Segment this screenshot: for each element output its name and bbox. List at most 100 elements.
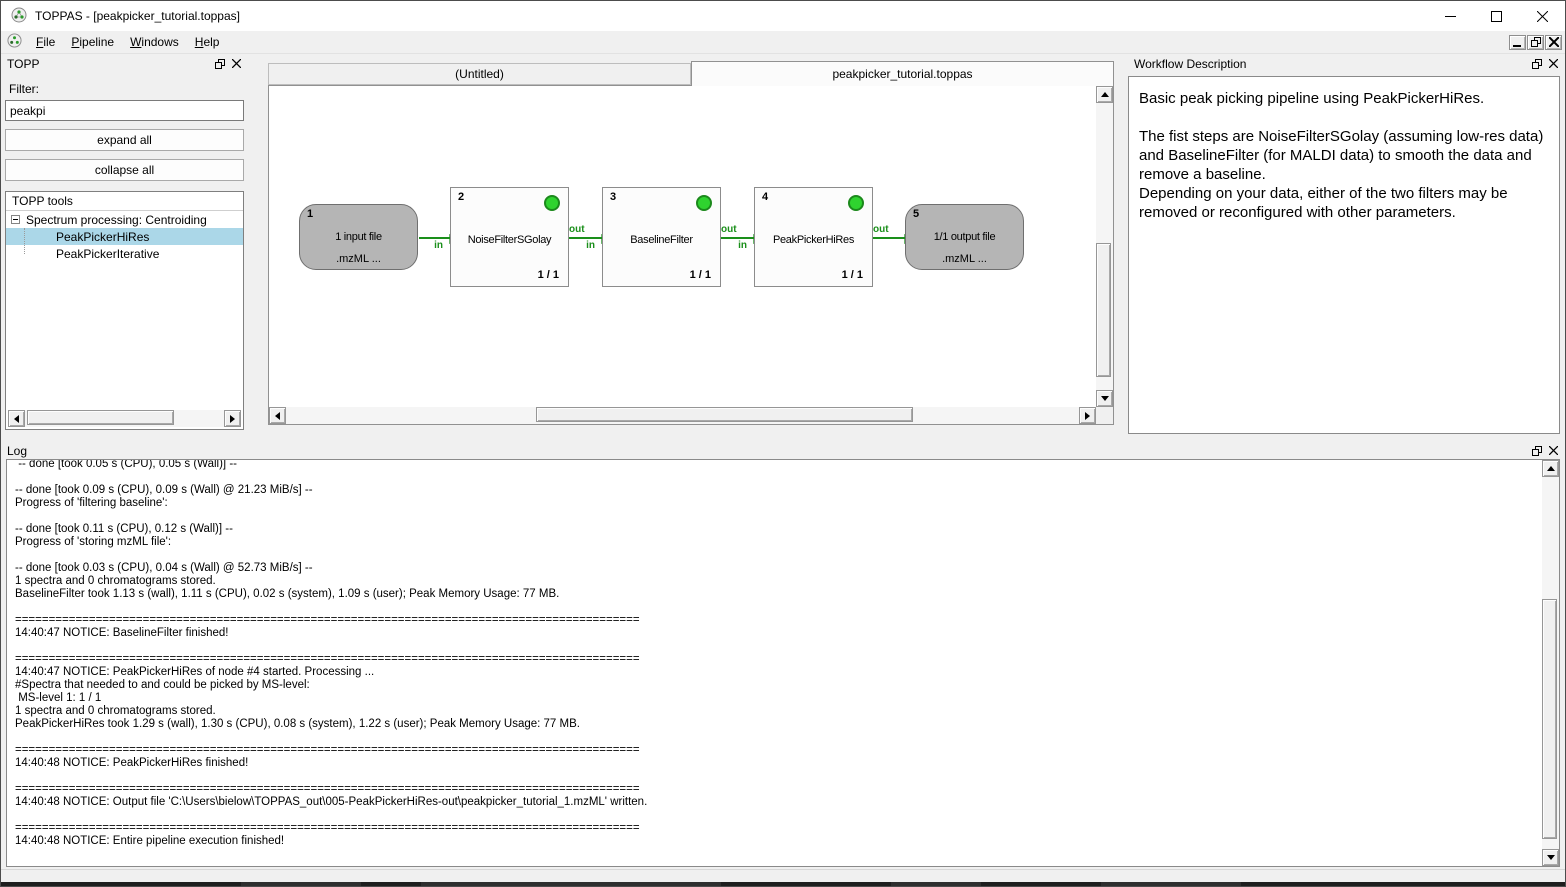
tree-header: TOPP tools [6, 192, 243, 211]
topp-panel-title: TOPP [7, 57, 39, 71]
description-panel-title: Workflow Description [1134, 57, 1246, 71]
node-number: 2 [458, 191, 464, 203]
workflow-node-peakpickerhires[interactable]: 4 PeakPickerHiRes 1 / 1 [754, 187, 873, 287]
edge-in-label: in [586, 241, 595, 251]
description-panel-header: Workflow Description [1128, 54, 1565, 71]
status-finished-icon [696, 195, 712, 211]
edge-out-label: out [721, 225, 737, 235]
scroll-up-icon[interactable] [1542, 460, 1559, 477]
log-panel-title: Log [7, 444, 27, 458]
float-panel-icon[interactable] [1529, 444, 1545, 458]
workflow-canvas-frame: 1 1 input file .mzML ... in 2 NoiseFilte… [268, 85, 1114, 425]
node-progress: 1 / 1 [690, 269, 711, 281]
taskbar-sliver [1, 882, 1565, 886]
topp-tools-tree: TOPP tools Spectrum processing: Centroid… [5, 191, 244, 430]
log-vertical-scrollbar[interactable] [1542, 460, 1559, 866]
scroll-down-icon[interactable] [1096, 390, 1113, 407]
scroll-up-icon[interactable] [1096, 86, 1113, 103]
mdi-close-button[interactable] [1545, 35, 1562, 50]
node-label: NoiseFilterSGolay [453, 234, 566, 246]
topp-panel: TOPP Filter: expand all collapse all TOP… [1, 54, 248, 441]
menu-help[interactable]: Help [187, 33, 228, 51]
edge-in-label: in [434, 241, 443, 251]
close-panel-icon[interactable] [1545, 444, 1561, 458]
tree-item-peakpickeriterative[interactable]: PeakPickerIterative [6, 245, 243, 262]
log-text[interactable]: -- done [took 0.05 s (CPU), 0.05 s (Wall… [7, 459, 1541, 866]
minimize-button[interactable] [1427, 1, 1473, 31]
log-panel: Log -- done [took 0.05 s (CPU), 0.05 s (… [1, 441, 1565, 869]
filter-input[interactable] [5, 100, 244, 121]
log-panel-header: Log [1, 441, 1565, 458]
canvas-vertical-scrollbar[interactable] [1096, 86, 1113, 407]
node-number: 5 [913, 208, 919, 220]
edge-noisefilter-to-baseline: out in [569, 237, 602, 239]
main-area: TOPP Filter: expand all collapse all TOP… [1, 54, 1565, 441]
document-icon [7, 33, 22, 51]
workflow-node-noisefiltersgolay[interactable]: 2 NoiseFilterSGolay 1 / 1 [450, 187, 569, 287]
app-window: TOPPAS - [peakpicker_tutorial.toppas] Fi… [0, 0, 1566, 887]
workflow-node-input-file[interactable]: 1 1 input file .mzML ... [299, 204, 418, 270]
tree-horizontal-scrollbar[interactable] [8, 410, 241, 427]
float-panel-icon[interactable] [1529, 57, 1545, 71]
menu-windows[interactable]: Windows [122, 33, 187, 51]
float-panel-icon[interactable] [212, 57, 228, 71]
log-content-frame: -- done [took 0.05 s (CPU), 0.05 s (Wall… [6, 459, 1560, 867]
node-label: 1/1 output file [908, 231, 1021, 243]
scroll-down-icon[interactable] [1542, 849, 1559, 866]
menu-bar: File Pipeline Windows Help [1, 31, 1565, 54]
menu-pipeline[interactable]: Pipeline [63, 33, 122, 51]
node-progress: 1 / 1 [538, 269, 559, 281]
workflow-node-output-file[interactable]: 5 1/1 output file .mzML ... [905, 204, 1024, 270]
workflow-editor: (Untitled) peakpicker_tutorial.toppas 1 … [268, 54, 1114, 441]
scrollbar-corner [1096, 407, 1113, 424]
edge-out-label: out [569, 225, 585, 235]
tab-untitled[interactable]: (Untitled) [268, 63, 691, 85]
scroll-left-icon[interactable] [8, 410, 25, 427]
node-file-type: .mzML ... [908, 253, 1021, 265]
workflow-node-baselinefilter[interactable]: 3 BaselineFilter 1 / 1 [602, 187, 721, 287]
node-number: 4 [762, 191, 768, 203]
close-panel-icon[interactable] [228, 57, 244, 71]
scroll-left-icon[interactable] [269, 407, 286, 424]
collapse-all-button[interactable]: collapse all [5, 159, 244, 181]
window-title: TOPPAS - [peakpicker_tutorial.toppas] [35, 9, 240, 23]
description-text: Basic peak picking pipeline using PeakPi… [1139, 89, 1549, 222]
scrollbar-thumb[interactable] [536, 407, 913, 422]
tree-connector [24, 228, 25, 254]
node-label: BaselineFilter [605, 234, 718, 246]
tree-group-centroiding[interactable]: Spectrum processing: Centroiding [6, 211, 243, 228]
expand-all-button[interactable]: expand all [5, 129, 244, 151]
edge-in-label: in [738, 241, 747, 251]
tree-item-peakpickerhires[interactable]: PeakPickerHiRes [6, 228, 243, 245]
menu-file[interactable]: File [28, 33, 63, 51]
collapse-expander-icon[interactable] [11, 215, 20, 224]
node-label: PeakPickerHiRes [757, 234, 870, 246]
node-file-type: .mzML ... [302, 253, 415, 265]
mdi-restore-button[interactable] [1527, 35, 1544, 50]
maximize-button[interactable] [1473, 1, 1519, 31]
topp-panel-header: TOPP [1, 54, 248, 71]
tab-peakpicker-tutorial[interactable]: peakpicker_tutorial.toppas [691, 61, 1114, 86]
close-panel-icon[interactable] [1545, 57, 1561, 71]
scroll-right-icon[interactable] [1079, 407, 1096, 424]
status-finished-icon [848, 195, 864, 211]
canvas-horizontal-scrollbar[interactable] [269, 407, 1096, 424]
scrollbar-thumb[interactable] [27, 410, 174, 425]
scrollbar-thumb[interactable] [1542, 599, 1557, 839]
filter-label: Filter: [9, 82, 240, 96]
node-progress: 1 / 1 [842, 269, 863, 281]
status-finished-icon [544, 195, 560, 211]
scrollbar-thumb[interactable] [1096, 243, 1111, 377]
edge-input-to-noisefilter: in [419, 237, 450, 239]
title-bar: TOPPAS - [peakpicker_tutorial.toppas] [1, 1, 1565, 31]
tab-bar: (Untitled) peakpicker_tutorial.toppas [268, 61, 1114, 86]
workflow-canvas[interactable]: 1 1 input file .mzML ... in 2 NoiseFilte… [269, 86, 1096, 407]
mdi-minimize-button[interactable] [1509, 35, 1526, 50]
node-number: 1 [307, 208, 313, 220]
close-button[interactable] [1519, 1, 1565, 31]
scroll-right-icon[interactable] [224, 410, 241, 427]
workflow-description-panel: Workflow Description Basic peak picking … [1128, 54, 1565, 441]
status-bar [1, 869, 1565, 882]
edge-baseline-to-peakpicker: out in [721, 237, 754, 239]
edge-out-label: out [873, 225, 889, 235]
